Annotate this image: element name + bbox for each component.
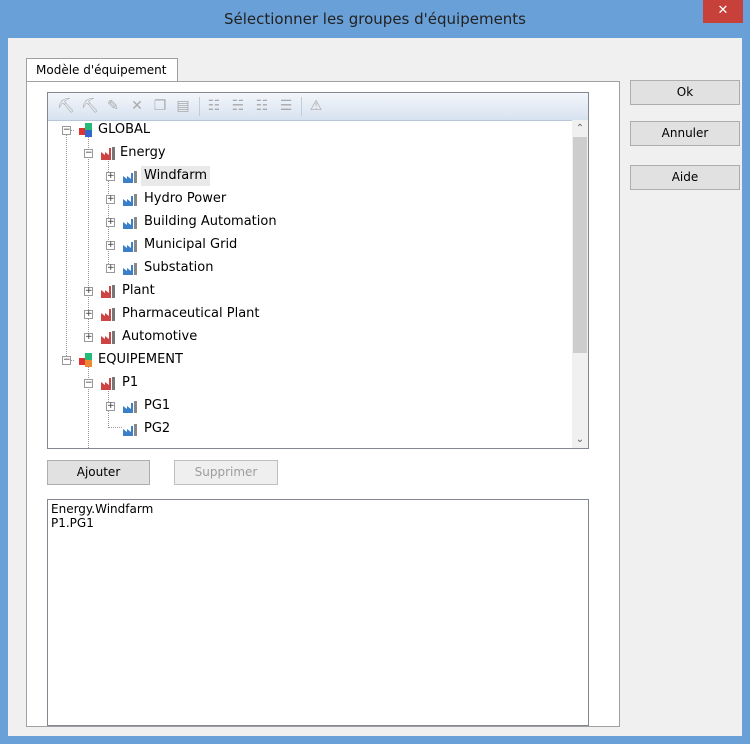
factory-icon xyxy=(123,424,137,436)
tree-connector xyxy=(108,427,122,428)
expand-toggle[interactable]: + xyxy=(106,195,115,204)
list-item[interactable]: Energy.Windfarm xyxy=(51,502,585,516)
plant-icon xyxy=(101,331,115,344)
plant-icon xyxy=(101,308,115,321)
expand-toggle[interactable]: + xyxy=(106,402,115,411)
dialog-window: Sélectionner les groupes d'équipements ✕… xyxy=(0,0,750,744)
expand-toggle[interactable]: + xyxy=(84,333,93,342)
collapse-toggle[interactable]: − xyxy=(62,126,71,135)
paste-icon[interactable]: ▤ xyxy=(175,98,191,114)
plant-icon xyxy=(101,285,115,298)
tree-node-label: P1 xyxy=(122,375,139,390)
delete-icon[interactable]: ✕ xyxy=(129,98,145,114)
expand-toggle[interactable]: + xyxy=(106,218,115,227)
tree-node-label: Automotive xyxy=(122,329,198,344)
tab-equipment-model[interactable]: Modèle d'équipement xyxy=(26,58,178,82)
scroll-up-arrow-icon[interactable]: ⌃ xyxy=(572,120,588,137)
warning-icon[interactable]: ⚠ xyxy=(308,98,324,114)
selected-groups-list[interactable]: Energy.Windfarm P1.PG1 xyxy=(47,499,589,726)
expand-level-icon[interactable]: ☷ xyxy=(254,98,270,114)
list-item[interactable]: P1.PG1 xyxy=(51,516,585,530)
tree-toolbar: ⛏ ⛏ ✎ ✕ ❐ ▤ ☷ ☵ ☷ ☰ ⚠ xyxy=(48,93,588,121)
tree-node-label: PG1 xyxy=(144,398,171,413)
factory-icon xyxy=(123,217,137,229)
plant-icon xyxy=(101,377,115,390)
add-group-icon[interactable]: ⛏ xyxy=(57,98,75,114)
collapse-all-icon[interactable]: ☵ xyxy=(230,98,246,114)
edit-icon[interactable]: ✎ xyxy=(105,98,121,114)
tree-node-label: Energy xyxy=(120,145,166,160)
scroll-down-arrow-icon[interactable]: ⌄ xyxy=(572,431,588,448)
factory-icon xyxy=(123,171,137,183)
toolbar-separator xyxy=(301,97,302,116)
add-subgroup-icon[interactable]: ⛏ xyxy=(81,98,99,114)
tree-node-label: Windfarm xyxy=(141,166,210,186)
equipment-tree: − GLOBAL − Energy + Windfarm + Hydro Pow… xyxy=(48,120,572,448)
tree-vertical-scrollbar[interactable]: ⌃ ⌄ xyxy=(572,120,588,448)
scroll-thumb[interactable] xyxy=(573,137,587,353)
expand-toggle[interactable]: + xyxy=(106,264,115,273)
factory-icon xyxy=(123,263,137,275)
expand-toggle[interactable]: + xyxy=(84,310,93,319)
tree-node-label: Building Automation xyxy=(144,214,277,229)
factory-icon xyxy=(123,194,137,206)
tree-node-label: Municipal Grid xyxy=(144,237,238,252)
copy-icon[interactable]: ❐ xyxy=(152,98,168,114)
tree-node-label: EQUIPEMENT xyxy=(98,352,183,367)
plant-icon xyxy=(101,147,115,160)
add-button[interactable]: Ajouter xyxy=(47,460,150,485)
tree-node-label: Substation xyxy=(144,260,214,275)
cancel-button[interactable]: Annuler xyxy=(630,121,740,146)
window-title: Sélectionner les groupes d'équipements xyxy=(223,10,526,28)
equipment-group-icon xyxy=(79,123,92,137)
close-button[interactable]: ✕ xyxy=(703,0,743,23)
remove-button[interactable]: Supprimer xyxy=(174,460,278,485)
expand-toggle[interactable]: + xyxy=(106,241,115,250)
tree-node-label: GLOBAL xyxy=(98,122,151,137)
equipment-group-icon xyxy=(79,353,92,367)
factory-icon xyxy=(123,401,137,413)
toolbar-separator xyxy=(199,97,200,116)
factory-icon xyxy=(123,240,137,252)
ok-button[interactable]: Ok xyxy=(630,80,740,105)
collapse-toggle[interactable]: − xyxy=(84,379,93,388)
help-button[interactable]: Aide xyxy=(630,165,740,190)
tree-connector xyxy=(66,135,67,360)
expand-toggle[interactable]: + xyxy=(84,287,93,296)
collapse-toggle[interactable]: − xyxy=(84,149,93,158)
collapse-level-icon[interactable]: ☰ xyxy=(278,98,294,114)
expand-toggle[interactable]: + xyxy=(106,172,115,181)
equipment-tree-panel: ⛏ ⛏ ✎ ✕ ❐ ▤ ☷ ☵ ☷ ☰ ⚠ − GLOBAL − Energy … xyxy=(47,92,589,449)
tree-node-label: Pharmaceutical Plant xyxy=(122,306,260,321)
title-bar[interactable]: Sélectionner les groupes d'équipements ✕ xyxy=(0,0,750,38)
expand-all-icon[interactable]: ☷ xyxy=(206,98,222,114)
tree-node-label: Hydro Power xyxy=(144,191,227,206)
dialog-client-area: Modèle d'équipement ⛏ ⛏ ✎ ✕ ❐ ▤ ☷ ☵ ☷ ☰ … xyxy=(8,38,742,736)
collapse-toggle[interactable]: − xyxy=(62,356,71,365)
tree-node-label: PG2 xyxy=(144,421,171,436)
tree-node-label: Plant xyxy=(122,283,155,298)
